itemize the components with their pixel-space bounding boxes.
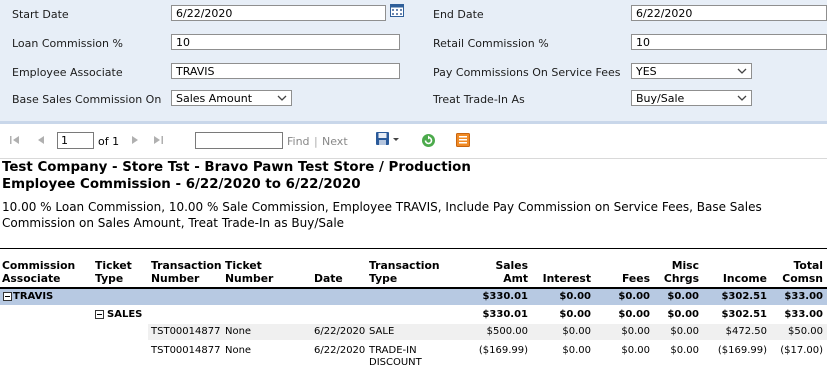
row-sales-amt: $500.00 [486,326,528,337]
subgroup-fees: $0.00 [618,309,650,320]
refresh-icon[interactable] [421,133,436,148]
next-page-icon[interactable] [129,134,141,146]
loan-commission-label: Loan Commission % [12,37,123,50]
header-top-rule [0,248,827,249]
row-interest: $0.00 [562,326,591,337]
row-misc: $0.00 [670,326,699,337]
parameter-panel: Start Date 6/22/2020 End Date 6/22/2020 … [0,0,827,124]
subgroup-sales-amt: $330.01 [482,309,528,320]
header-date: Date [314,272,343,285]
group-fees: $0.00 [618,291,650,302]
export-save-icon[interactable] [375,131,401,147]
start-date-field[interactable]: 6/22/2020 [171,5,386,21]
base-sales-commission-select[interactable]: Sales Amount [171,90,292,106]
header-income: Income [722,272,767,285]
row-date: 6/22/2020 [314,345,366,356]
treat-trade-in-value: Buy/Sale [636,92,685,105]
header-total-comsn: Total Comsn [782,259,823,285]
previous-page-icon[interactable] [35,134,47,146]
row-fees: $0.00 [621,326,650,337]
header-interest: Interest [542,272,591,285]
report-title: Test Company - Store Tst - Bravo Pawn Te… [2,160,471,175]
report-toolbar: 1 of 1 Find | Next [0,124,827,159]
row-income: ($169.99) [717,345,767,356]
calendar-icon[interactable] [390,4,404,17]
collapse-icon[interactable] [95,310,104,319]
treat-trade-in-label: Treat Trade-In As [433,93,525,106]
pay-commissions-service-fees-value: YES [636,65,657,78]
next-link[interactable]: Next [322,135,348,148]
row-interest: $0.00 [562,345,591,356]
find-separator: | [314,135,318,148]
page-number-input[interactable]: 1 [57,132,94,149]
row-transaction-type: SALE [369,326,395,337]
group-row-associate: TRAVIS $330.01 $0.00 $0.00 $0.00 $302.51… [0,289,827,305]
group-sales-amt: $330.01 [482,291,528,302]
group-misc: $0.00 [667,291,699,302]
row-misc: $0.00 [670,345,699,356]
group-income: $302.51 [721,291,767,302]
subgroup-interest: $0.00 [559,309,591,320]
row-total: ($17.00) [780,345,823,356]
treat-trade-in-select[interactable]: Buy/Sale [631,90,752,106]
row-transaction-type-line1: TRADE-IN [369,345,417,356]
group-associate-name: TRAVIS [13,291,54,302]
pay-commissions-service-fees-select[interactable]: YES [631,63,752,79]
report-subtitle: Employee Commission - 6/22/2020 to 6/22/… [2,177,361,192]
find-link[interactable]: Find [287,135,310,148]
loan-commission-field[interactable]: 10 [171,34,400,50]
header-transaction-number: Transaction Number [151,259,222,285]
employee-associate-field[interactable]: TRAVIS [171,63,400,79]
end-date-field[interactable]: 6/22/2020 [631,5,827,21]
header-ticket-type: Ticket Type [95,259,132,285]
base-sales-commission-value: Sales Amount [176,92,253,105]
row-transaction-number: TST00014877 [151,345,221,356]
subgroup-ticket-type: SALES [107,309,143,320]
find-input[interactable] [195,132,283,149]
row-transaction-number: TST00014877 [151,326,221,337]
first-page-icon[interactable] [9,134,21,146]
pay-commissions-service-fees-label: Pay Commissions On Service Fees [433,66,621,79]
last-page-icon[interactable] [152,134,164,146]
row-fees: $0.00 [621,345,650,356]
report-description: 10.00 % Loan Commission, 10.00 % Sale Co… [2,200,762,230]
header-commission-associate: Commission Associate [2,259,76,285]
end-date-label: End Date [433,8,484,21]
row-ticket-number: None [225,326,252,337]
header-transaction-type: Transaction Type [369,259,440,285]
header-misc-chrgs: Misc Chrgs [663,259,699,285]
chevron-down-icon [737,68,747,74]
subgroup-misc: $0.00 [667,309,699,320]
group-interest: $0.00 [559,291,591,302]
row-ticket-number: None [225,345,252,356]
print-layout-icon[interactable] [456,133,470,147]
header-ticket-number: Ticket Number [225,259,274,285]
row-transaction-type-line2: DISCOUNT [369,357,422,368]
chevron-down-icon [737,95,747,101]
employee-associate-label: Employee Associate [12,66,123,79]
chevron-down-icon [277,95,287,101]
retail-commission-label: Retail Commission % [433,37,549,50]
header-fees: Fees [621,272,650,285]
row-date: 6/22/2020 [314,326,366,337]
row-sales-amt: ($169.99) [478,345,528,356]
row-total: $50.00 [788,326,823,337]
retail-commission-field[interactable]: 10 [631,34,827,50]
subgroup-income: $302.51 [721,309,767,320]
collapse-icon[interactable] [3,292,12,301]
header-sales-amt: Sales Amt [495,259,528,285]
page-count: of 1 [98,135,120,148]
table-row: TST00014877 None 6/22/2020 SALE $500.00 … [148,324,827,340]
start-date-label: Start Date [12,8,69,21]
base-sales-commission-label: Base Sales Commission On [12,93,162,106]
group-total: $33.00 [784,291,823,302]
subgroup-total: $33.00 [784,309,823,320]
row-income: $472.50 [725,326,767,337]
